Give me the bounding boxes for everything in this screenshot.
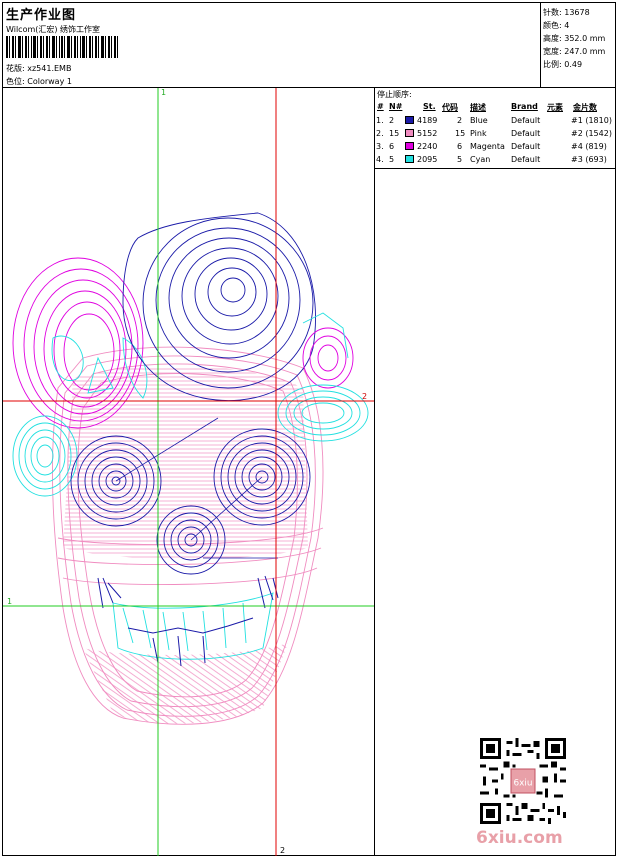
legend-row-st: 2240 xyxy=(417,142,438,151)
legend-row-index: 1. xyxy=(376,116,384,125)
legend-row-desc: Blue xyxy=(470,116,488,125)
thread-legend: 停止顺序: # N# St. 代码 描述 Brand 元素 金片数 1. 2 4… xyxy=(375,88,616,170)
color-count-row: 颜色: 4 xyxy=(543,21,570,30)
col-index: # xyxy=(377,102,384,111)
col-code: 代码 xyxy=(442,103,458,112)
col-st: St. xyxy=(423,102,436,111)
legend-row-index: 4. xyxy=(376,155,384,164)
scale-row: 比例: 0.49 xyxy=(543,60,583,69)
col-spangle: 金片数 xyxy=(573,103,597,112)
green-guide-top-label: 1 xyxy=(161,88,167,97)
colorway-row: 色位: Colorway 1 xyxy=(6,76,72,87)
legend-row-n: 6 xyxy=(389,142,395,151)
col-element: 元素 xyxy=(547,103,563,112)
side-flower-left xyxy=(12,415,78,497)
design-name-value: xz541.EMB xyxy=(27,64,72,73)
col-brand: Brand xyxy=(511,102,538,111)
panel-divider xyxy=(374,88,375,856)
legend-row-st: 5152 xyxy=(417,129,438,138)
legend-row-st: 4189 xyxy=(417,116,438,125)
col-n: N# xyxy=(389,102,403,111)
legend-row-brand: Default xyxy=(511,116,541,125)
legend-row-brand: Default xyxy=(511,155,541,164)
legend-divider xyxy=(375,168,616,169)
legend-row-spangle: #1 (1810) xyxy=(571,116,612,125)
page-title: 生产作业图 xyxy=(6,8,77,23)
legend-row-code: 2 xyxy=(457,116,463,125)
red-guide-bottom-label: 2 xyxy=(280,846,286,855)
qr-stamp: 6xiu xyxy=(514,778,533,788)
site-watermark: 6xiu.com xyxy=(476,828,563,848)
design-info-box: 针数: 13678 颜色: 4 高度: 352.0 mm 宽度: 247.0 m… xyxy=(540,2,616,87)
design-name-label: 花版: xyxy=(6,64,25,73)
color-swatch-pink xyxy=(405,129,414,137)
mouth-cyan xyxy=(112,592,274,660)
qr-code-icon: 6xiu xyxy=(480,738,566,824)
color-swatch-magenta xyxy=(405,142,414,150)
legend-row-desc: Cyan xyxy=(470,155,491,164)
legend-row-spangle: #3 (693) xyxy=(571,155,607,164)
legend-row-brand: Default xyxy=(511,129,541,138)
green-guide-left-label: 1 xyxy=(7,597,13,606)
legend-row-st: 2095 xyxy=(417,155,438,164)
legend-row-spangle: #2 (1542) xyxy=(571,129,612,138)
colorway-label: 色位: xyxy=(6,77,25,86)
legend-row-index: 2. xyxy=(376,129,384,138)
height-row: 高度: 352.0 mm xyxy=(543,34,606,43)
legend-row-spangle: #4 (819) xyxy=(571,142,607,151)
colorway-value: Colorway 1 xyxy=(27,77,72,86)
width-row: 宽度: 247.0 mm xyxy=(543,47,606,56)
legend-row-code: 15 xyxy=(455,129,466,138)
red-guide-right-label: 2 xyxy=(362,392,368,401)
legend-title: 停止顺序: xyxy=(377,90,412,99)
col-desc: 描述 xyxy=(470,103,486,112)
legend-row-desc: Magenta xyxy=(470,142,505,151)
company-name: Wilcom(汇宏) 绣饰工作室 xyxy=(6,25,101,34)
legend-row-code: 5 xyxy=(457,155,463,164)
barcode-icon xyxy=(6,36,118,58)
color-swatch-cyan xyxy=(405,155,414,163)
legend-row-brand: Default xyxy=(511,142,541,151)
legend-row-n: 15 xyxy=(389,129,400,138)
color-swatch-blue xyxy=(405,116,414,124)
stitch-count-row: 针数: 13678 xyxy=(543,8,590,17)
legend-row-code: 6 xyxy=(457,142,463,151)
right-flower xyxy=(302,327,354,389)
legend-row-n: 5 xyxy=(389,155,395,164)
design-name-row: 花版: xz541.EMB xyxy=(6,63,71,74)
embroidery-preview-canvas xyxy=(3,88,374,856)
legend-row-index: 3. xyxy=(376,142,384,151)
legend-row-desc: Pink xyxy=(470,129,487,138)
jaw-fill xyxy=(83,643,288,724)
legend-row-n: 2 xyxy=(389,116,395,125)
